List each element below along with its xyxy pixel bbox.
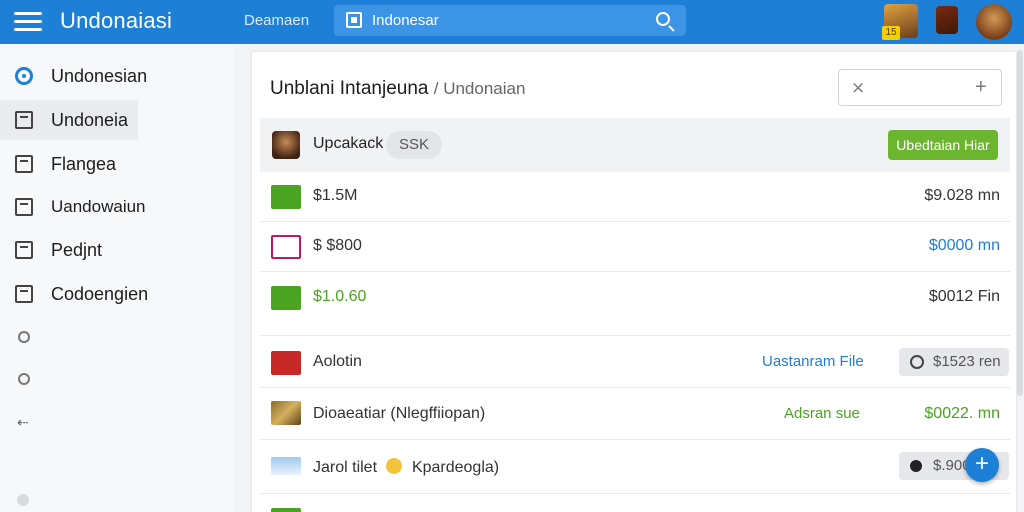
- mail-icon: [15, 198, 33, 216]
- avatar: [272, 131, 300, 159]
- search-bar[interactable]: [334, 5, 686, 36]
- row-label: $1.5M: [313, 187, 358, 204]
- title-text: Unblani Intanjeuna: [270, 78, 429, 99]
- edit-icon: [15, 241, 33, 259]
- main-panel: Unblani Intanjeuna / Undonaian ⨯ + Upcak…: [252, 52, 1016, 512]
- circle-icon[interactable]: [18, 373, 30, 385]
- row-label-text: Jarol tilet: [313, 459, 378, 476]
- clock-icon: [910, 355, 924, 369]
- page-title: Unblani Intanjeuna / Undonaian: [270, 78, 525, 100]
- filter-input[interactable]: ⨯ +: [838, 69, 1002, 106]
- action-button[interactable]: Ubedtaian Hiar: [888, 130, 998, 160]
- sidebar-item-label: Codoengien: [51, 284, 149, 304]
- row-label: Dioaeatiar (Nlegffiiopan): [313, 405, 486, 422]
- sidebar-item-label: Pedjnt: [51, 240, 103, 260]
- row-label-extra: Kpardeogla): [411, 459, 500, 476]
- green-tag-icon: [271, 185, 301, 209]
- add-button[interactable]: +: [965, 448, 999, 482]
- scrollbar[interactable]: [1017, 50, 1023, 396]
- app-title: Undonaiasi: [60, 8, 173, 33]
- sidebar-item-codoengien[interactable]: Codoengien: [0, 274, 234, 314]
- green-tag-icon: [271, 508, 301, 512]
- row-value: $0022. mn: [924, 405, 1000, 422]
- table-row[interactable]: $1.0.60 $0012 Fin: [260, 272, 1010, 336]
- status-pill[interactable]: $1523 ren: [899, 348, 1009, 376]
- title-subtitle: / Undonaian: [433, 79, 526, 98]
- table-row[interactable]: Jarol tilet Kpardeogla) $.900: [260, 440, 1010, 494]
- radio-icon: [15, 67, 33, 85]
- sidebar: Undonesian Undoneia Flangea Uandowaiun P…: [0, 44, 234, 512]
- app-square-icon: [346, 12, 362, 28]
- card-icon: [271, 235, 301, 259]
- user-avatar[interactable]: [976, 4, 1012, 40]
- top-nav-link[interactable]: Deamaen: [244, 12, 309, 29]
- top-bar: Undonaiasi Deamaen 15: [0, 0, 1024, 44]
- row-label: Jarol tilet Kpardeogla): [313, 458, 499, 477]
- record-icon: [910, 460, 922, 472]
- search-input[interactable]: [372, 10, 642, 31]
- table-row[interactable]: Dioaeatiar (Nlegffiiopan) Adsran sue $00…: [260, 388, 1010, 440]
- money-icon: [271, 286, 301, 310]
- row-value: $0012 Fin: [928, 288, 1000, 305]
- document-icon: [15, 155, 33, 173]
- pill-text: $1523 ren: [933, 353, 1001, 370]
- row-label: $ $800: [313, 237, 362, 254]
- table-row[interactable]: [260, 494, 1010, 512]
- sidebar-item-label: Flangea: [51, 154, 117, 174]
- search-icon[interactable]: [656, 12, 670, 26]
- image-icon: [271, 457, 301, 475]
- close-icon[interactable]: ⨯: [851, 78, 865, 98]
- notification-avatar[interactable]: 15: [882, 4, 918, 40]
- table-row[interactable]: $1.5M $9.028 mn: [260, 172, 1010, 222]
- table-row[interactable]: Aolotin Uastanram File $1523 ren: [260, 336, 1010, 388]
- status-badge[interactable]: SSK: [386, 131, 443, 159]
- header-row-name: Upcakack: [313, 135, 384, 152]
- sidebar-item-uandowaiun[interactable]: Uandowaiun: [0, 187, 234, 227]
- row-status[interactable]: Uastanram File: [762, 353, 864, 370]
- photo-thumbnail: [271, 401, 301, 425]
- plus-icon[interactable]: +: [975, 76, 987, 99]
- row-status[interactable]: Adsran sue: [784, 405, 860, 422]
- sidebar-item-label: Uandowaiun: [51, 197, 146, 216]
- arrow-left-icon[interactable]: ⇠: [17, 414, 29, 431]
- row-value: $9.028 mn: [924, 187, 1000, 204]
- emoji-icon: [386, 458, 403, 474]
- sidebar-item-label: Undonesian: [51, 66, 148, 86]
- profile-thumbnail[interactable]: [936, 6, 958, 34]
- notification-badge: 15: [882, 26, 900, 40]
- hamburger-menu-icon[interactable]: [14, 12, 42, 32]
- sidebar-item-pedjnt[interactable]: Pedjnt: [0, 230, 234, 270]
- row-label: Aolotin: [313, 353, 362, 370]
- table-row[interactable]: $ $800 $0000 mn: [260, 222, 1010, 272]
- circle-icon: [17, 494, 29, 506]
- list-icon: [15, 285, 33, 303]
- red-badge-icon: [271, 351, 301, 375]
- circle-icon[interactable]: [18, 331, 30, 343]
- row-label: $1.0.60: [313, 288, 367, 305]
- sidebar-item-flangea[interactable]: Flangea: [0, 144, 234, 184]
- sidebar-item-undoneia[interactable]: Undoneia: [0, 100, 138, 140]
- row-value: $0000 mn: [928, 237, 1000, 254]
- shield-icon: [15, 111, 33, 129]
- sidebar-item-label: Undoneia: [51, 110, 129, 130]
- sidebar-item-undonesian[interactable]: Undonesian: [0, 56, 234, 96]
- header-row: Upcakack SSK Ubedtaian Hiar: [260, 118, 1010, 172]
